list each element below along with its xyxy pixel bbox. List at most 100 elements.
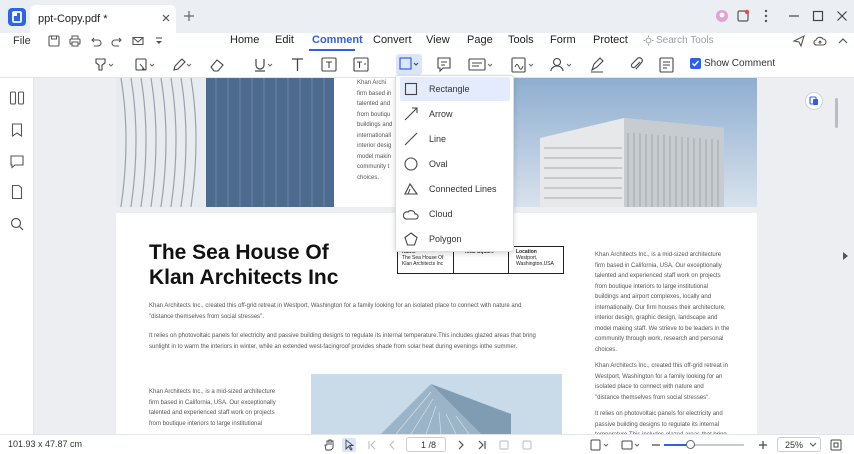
more-options-icon[interactable] <box>758 8 774 24</box>
rotate-icon[interactable] <box>520 438 534 452</box>
close-window-icon[interactable] <box>834 8 850 24</box>
paragraph-1: Khan Architects Inc., created this off-g… <box>149 303 522 320</box>
page-dimensions: 101.93 x 47.87 cm <box>8 439 83 449</box>
view-mode-icon[interactable] <box>620 438 642 452</box>
building-photo-right <box>514 78 757 207</box>
menu-item-rectangle[interactable]: Rectangle <box>400 77 510 101</box>
collapse-ribbon-icon[interactable] <box>836 34 850 48</box>
minimize-icon[interactable] <box>786 8 802 24</box>
print-icon[interactable] <box>68 34 82 48</box>
undo-icon[interactable] <box>89 34 103 48</box>
zoom-slider-handle[interactable] <box>686 440 695 449</box>
search-tools-icon <box>643 35 654 46</box>
comments-panel-icon[interactable] <box>9 153 25 169</box>
menu-item-label: Connected Lines <box>429 184 497 194</box>
menu-tools[interactable]: Tools <box>508 34 534 46</box>
select-tool-icon[interactable] <box>342 438 356 452</box>
attachments-panel-icon[interactable] <box>9 184 25 200</box>
note-tool-icon[interactable] <box>435 55 453 75</box>
menu-bar: File Home Edit Comment Convert View Page… <box>0 33 854 51</box>
stamp-tool-icon[interactable] <box>467 55 495 75</box>
document-tab[interactable]: ppt-Copy.pdf * <box>30 5 176 33</box>
thumbnails-icon[interactable] <box>9 90 25 106</box>
search-tools-input[interactable]: Search Tools <box>656 35 714 46</box>
status-bar: 101.93 x 47.87 cm 1 /8 25% <box>0 434 854 454</box>
text-box-tool-icon[interactable] <box>320 55 338 75</box>
menu-home[interactable]: Home <box>230 34 259 46</box>
menu-item-line[interactable]: Line <box>400 127 510 151</box>
new-tab-icon[interactable] <box>183 10 195 22</box>
menu-item-polygon[interactable]: Polygon <box>400 227 510 251</box>
connected-lines-icon <box>403 181 419 197</box>
page-layout-icon[interactable] <box>589 438 611 452</box>
glass-building-photo <box>311 374 562 434</box>
floating-ai-button[interactable] <box>805 92 823 110</box>
paragraph-3: Khan Architects Inc., is a mid-sized arc… <box>149 389 276 427</box>
menu-item-label: Cloud <box>429 209 453 219</box>
scrollbar-thumb[interactable] <box>835 98 838 128</box>
quick-access-dropdown-icon[interactable] <box>152 34 166 48</box>
fullscreen-icon[interactable] <box>829 438 843 452</box>
avatar-icon[interactable] <box>714 8 730 24</box>
menu-item-connected-lines[interactable]: Connected Lines <box>400 177 510 201</box>
menu-comment[interactable]: Comment <box>312 34 363 46</box>
fit-page-icon[interactable] <box>497 438 511 452</box>
markup-tool-icon[interactable] <box>588 55 606 75</box>
show-comment-label[interactable]: Show Comment <box>704 58 775 69</box>
previous-page-icon[interactable] <box>385 438 399 452</box>
eraser-tool-icon[interactable] <box>208 55 226 75</box>
attachment-icon[interactable] <box>628 55 646 75</box>
zoom-out-icon[interactable] <box>650 438 662 452</box>
menu-protect[interactable]: Protect <box>593 34 628 46</box>
close-tab-icon[interactable] <box>160 12 172 24</box>
last-page-icon[interactable] <box>475 438 489 452</box>
signature-tool-icon[interactable] <box>510 55 536 75</box>
bookmark-icon[interactable] <box>9 122 25 138</box>
menu-item-label: Polygon <box>429 234 462 244</box>
personal-stamp-tool-icon[interactable] <box>548 55 574 75</box>
area-highlight-tool-icon[interactable] <box>133 55 157 75</box>
menu-item-label: Line <box>429 134 447 144</box>
notification-icon[interactable] <box>735 8 751 24</box>
save-icon[interactable] <box>47 34 61 48</box>
arrow-icon <box>403 106 419 122</box>
show-comment-checkbox[interactable] <box>690 58 701 69</box>
menu-form[interactable]: Form <box>550 34 576 46</box>
highlight-tool-icon[interactable] <box>92 55 116 75</box>
menu-page[interactable]: Page <box>467 34 493 46</box>
menu-item-oval[interactable]: Oval <box>400 152 510 176</box>
left-sidebar <box>0 78 40 434</box>
zoom-level-select[interactable]: 25% <box>777 437 821 452</box>
menu-edit[interactable]: Edit <box>275 34 294 46</box>
first-page-icon[interactable] <box>365 438 379 452</box>
zoom-in-icon[interactable] <box>757 438 769 452</box>
hand-tool-icon[interactable] <box>322 438 336 452</box>
expand-right-panel-icon[interactable] <box>843 252 848 260</box>
menu-view[interactable]: View <box>426 34 450 46</box>
text-tool-icon[interactable] <box>289 55 307 75</box>
comment-list-icon[interactable] <box>658 55 676 75</box>
menu-item-cloud[interactable]: Cloud <box>400 202 510 226</box>
app-logo-icon <box>8 8 26 26</box>
menu-item-arrow[interactable]: Arrow <box>400 102 510 126</box>
cloud-upload-icon[interactable] <box>813 34 827 48</box>
menu-convert[interactable]: Convert <box>373 34 412 46</box>
menu-file[interactable]: File <box>13 35 31 47</box>
page-number-input[interactable]: 1 /8 <box>406 437 446 452</box>
next-page-icon[interactable] <box>454 438 468 452</box>
underline-tool-icon[interactable] <box>251 55 275 75</box>
callout-tool-icon[interactable] <box>352 55 370 75</box>
shape-tool-button[interactable] <box>396 54 422 75</box>
pencil-tool-icon[interactable] <box>170 55 194 75</box>
share-icon[interactable] <box>792 34 806 48</box>
paragraph-2: It relies on photovoltaic panels for ele… <box>149 333 536 350</box>
menu-item-label: Arrow <box>429 109 453 119</box>
comment-toolbar: Show Comment <box>0 51 854 78</box>
redo-icon[interactable] <box>110 34 124 48</box>
oval-icon <box>403 156 419 172</box>
right-column-text: Khan Architects Inc., is a mid-sized arc… <box>595 252 730 438</box>
email-icon[interactable] <box>131 34 145 48</box>
maximize-icon[interactable] <box>810 8 826 24</box>
search-panel-icon[interactable] <box>9 216 25 232</box>
title-bar: ppt-Copy.pdf * <box>0 0 854 33</box>
